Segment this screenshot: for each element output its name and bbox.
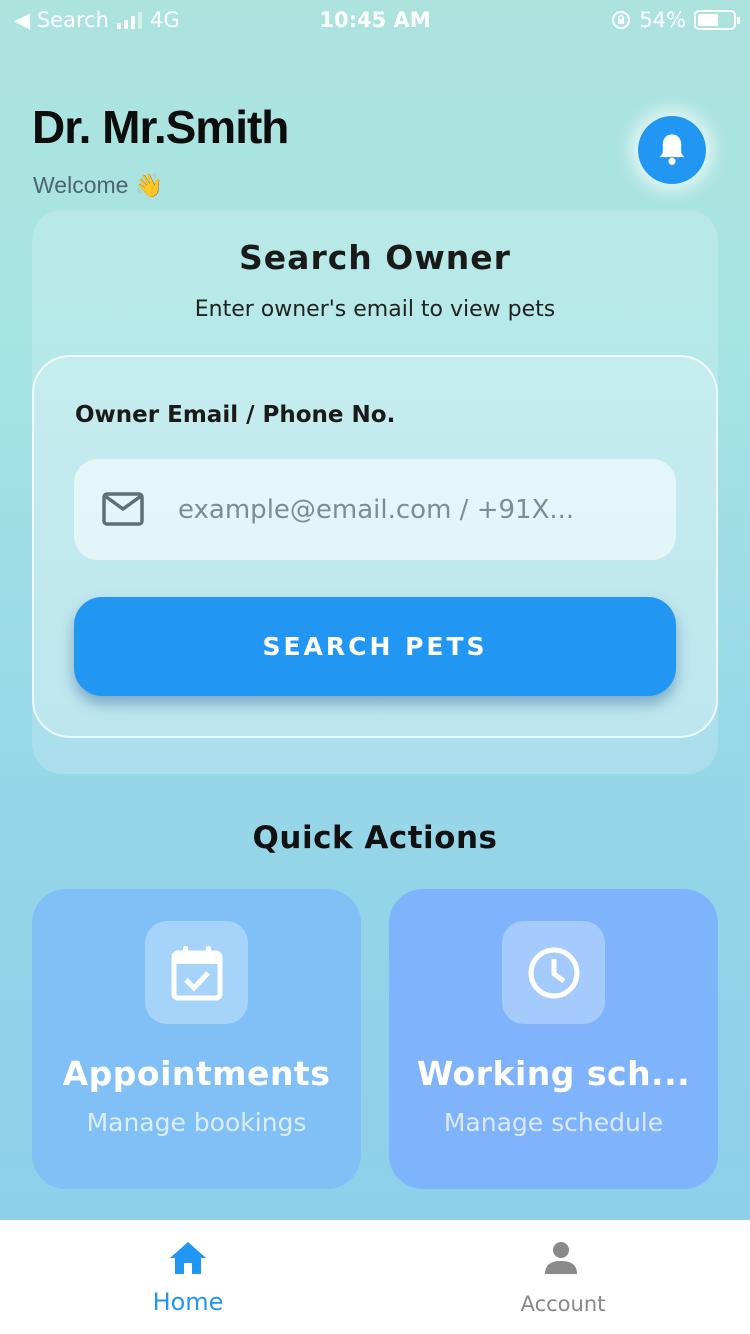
bell-icon bbox=[659, 134, 685, 165]
owner-email-input[interactable] bbox=[178, 459, 658, 560]
rotation-lock-icon bbox=[612, 11, 631, 29]
search-owner-title: Search Owner bbox=[239, 238, 511, 277]
clock-icon bbox=[528, 947, 579, 998]
welcome-label: Welcome bbox=[33, 172, 129, 198]
notifications-button[interactable] bbox=[638, 116, 706, 184]
mail-icon bbox=[102, 492, 144, 526]
quick-actions-title: Quick Actions bbox=[252, 820, 498, 856]
bottom-nav: Home Account bbox=[0, 1220, 750, 1334]
person-icon bbox=[545, 1242, 577, 1274]
battery-percentage: 54% bbox=[639, 8, 686, 32]
search-pets-button[interactable]: SEARCH PETS bbox=[74, 597, 676, 696]
appointments-icon-box bbox=[145, 921, 248, 1024]
working-schedule-title: Working sch... bbox=[416, 1054, 691, 1093]
nav-label-home: Home bbox=[152, 1288, 224, 1316]
working-schedule-tile[interactable]: Working sch... Manage schedule bbox=[389, 889, 718, 1189]
home-icon bbox=[170, 1242, 206, 1274]
appointments-title: Appointments bbox=[62, 1054, 331, 1093]
nav-label-account: Account bbox=[520, 1292, 606, 1316]
status-bar: ◀ Search 4G 10:45 AM 54% bbox=[0, 0, 750, 42]
battery-icon bbox=[694, 10, 740, 30]
calendar-check-icon bbox=[171, 945, 222, 1000]
doctor-name: Dr. Mr.Smith bbox=[32, 101, 289, 153]
appointments-subtitle: Manage bookings bbox=[86, 1108, 307, 1137]
welcome-text: Welcome 👋 bbox=[33, 172, 163, 199]
owner-email-label: Owner Email / Phone No. bbox=[75, 402, 396, 428]
owner-email-field[interactable] bbox=[74, 459, 676, 560]
search-owner-subtitle: Enter owner's email to view pets bbox=[194, 297, 556, 322]
waving-hand-icon: 👋 bbox=[134, 172, 164, 198]
schedule-icon-box bbox=[502, 921, 605, 1024]
working-schedule-subtitle: Manage schedule bbox=[443, 1108, 664, 1137]
nav-item-home[interactable]: Home bbox=[88, 1220, 288, 1334]
nav-item-account[interactable]: Account bbox=[463, 1220, 663, 1334]
appointments-tile[interactable]: Appointments Manage bookings bbox=[32, 889, 361, 1189]
